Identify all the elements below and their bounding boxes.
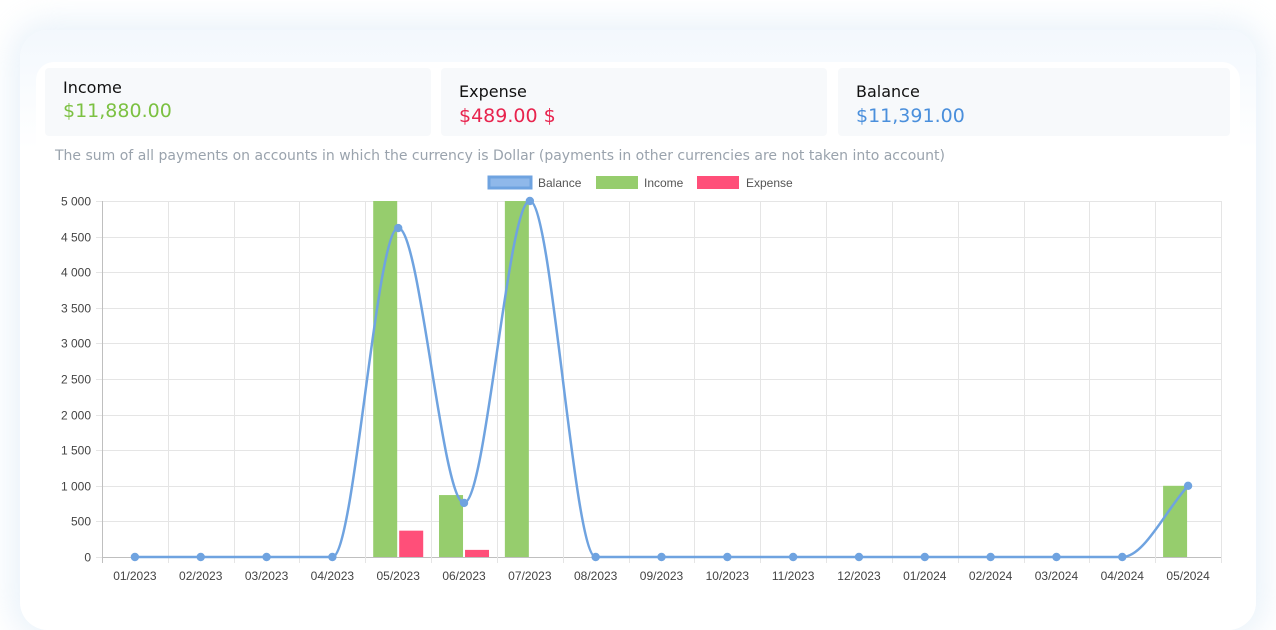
balance-point (1052, 552, 1061, 562)
x-tick-label: 05/2024 (1166, 569, 1210, 583)
x-tick-label: 02/2023 (179, 569, 223, 583)
x-tick-label: 09/2023 (640, 569, 684, 583)
y-tick-label: 2 500 (61, 373, 91, 387)
legend-balance-label: Balance (538, 176, 582, 190)
legend-income-swatch (596, 176, 638, 189)
x-tick-label: 05/2023 (377, 569, 421, 583)
income-bar (439, 495, 464, 557)
y-tick-label: 1 500 (61, 444, 91, 458)
balance-point (1118, 552, 1127, 562)
income-bar (1163, 485, 1188, 557)
balance-point (1183, 481, 1193, 490)
balance-point (459, 498, 469, 508)
balance-point (196, 552, 205, 562)
x-tick-label: 01/2023 (113, 569, 157, 583)
balance-point (328, 552, 337, 562)
x-tick-label: 03/2024 (1035, 569, 1079, 583)
balance-point (854, 552, 864, 562)
x-tick-label: 01/2024 (903, 569, 947, 583)
balance-income-expense-chart: 0 500 1 000 1 500 2 000 2 500 3 000 3 500 4 000 4… (61, 175, 1222, 583)
balance-point (723, 552, 732, 562)
y-tick-label: 3 500 (61, 302, 91, 316)
y-tick-label: 1 000 (61, 480, 91, 494)
x-tick-label: 12/2023 (837, 569, 881, 583)
y-tick-label: 4 000 (61, 266, 91, 280)
income-bar (504, 201, 529, 557)
balance-point (591, 552, 600, 562)
y-tick-label: 4 500 (61, 231, 91, 245)
balance-point (657, 552, 666, 562)
y-tick-label: 500 (71, 515, 91, 529)
x-tick-label: 11/2023 (772, 569, 815, 583)
balance-point (130, 552, 140, 562)
expense-bar (465, 549, 490, 557)
x-tick-label: 02/2024 (969, 569, 1013, 583)
balance-point (986, 552, 995, 562)
y-tick-label: 5 000 (61, 195, 91, 209)
x-tick-label: 07/2023 (508, 569, 552, 583)
legend-expense-label: Expense (746, 176, 793, 190)
x-tick-label: 06/2023 (442, 569, 486, 583)
x-tick-label: 03/2023 (245, 569, 289, 583)
x-tick-label: 04/2023 (311, 569, 355, 583)
balance-point (394, 223, 403, 233)
y-tick-label: 2 000 (61, 409, 91, 423)
balance-point (788, 552, 798, 562)
x-tick-label: 10/2023 (706, 569, 750, 583)
expense-bar (399, 530, 424, 557)
balance-point (920, 552, 929, 562)
x-tick-label: 08/2023 (574, 569, 618, 583)
legend-balance-swatch (487, 175, 533, 190)
legend-income-label: Income (644, 176, 684, 190)
income-bar (373, 201, 398, 557)
x-tick-label: 04/2024 (1101, 569, 1145, 583)
y-tick-label: 3 000 (61, 337, 91, 351)
balance-point (262, 552, 271, 562)
y-tick-label: 0 (84, 551, 91, 565)
legend-expense-swatch (697, 176, 739, 189)
balance-point (525, 196, 535, 206)
